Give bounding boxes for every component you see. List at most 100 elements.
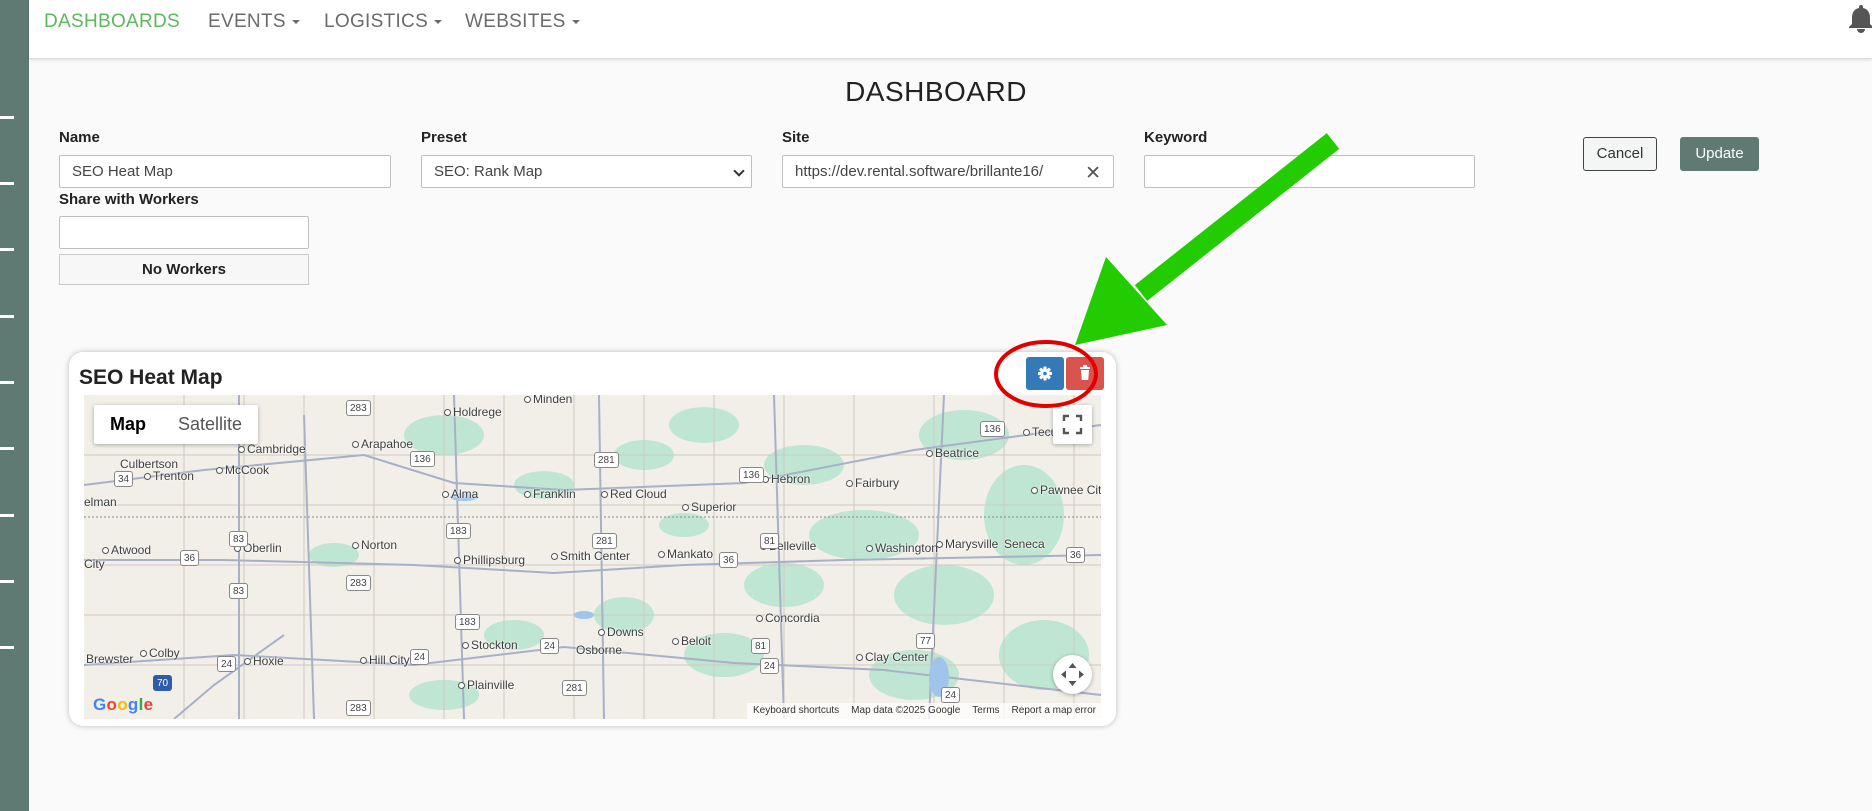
map-place-label: Marysville (936, 537, 998, 551)
route-shield: 281 (594, 452, 619, 468)
no-workers-status: No Workers (59, 254, 309, 285)
site-value: https://dev.rental.software/brillante16/ (795, 163, 1044, 180)
map-place-label: City (84, 557, 105, 571)
sidebar-marker[interactable] (0, 514, 14, 517)
map-place-label: Atwood (102, 543, 151, 557)
keyword-input[interactable] (1144, 155, 1475, 188)
close-icon[interactable]: ✕ (1085, 162, 1101, 185)
fullscreen-button[interactable] (1053, 405, 1092, 444)
widget-settings-button[interactable] (1026, 357, 1064, 390)
route-shield: 281 (562, 680, 587, 696)
route-shield: 36 (1066, 547, 1086, 563)
left-sidebar (0, 0, 29, 811)
widget-delete-button[interactable] (1066, 357, 1104, 390)
nav-label: EVENTS (208, 11, 286, 32)
sidebar-marker[interactable] (0, 447, 14, 450)
map-place-label: Downs (598, 625, 644, 639)
map-place-label: Stockton (462, 638, 518, 652)
route-shield: 283 (346, 700, 371, 716)
route-shield: 24 (217, 656, 237, 672)
map-place-label: Franklin (524, 487, 576, 501)
route-shield: 24 (410, 649, 430, 665)
route-shield: 283 (346, 575, 371, 591)
route-shield: 281 (592, 533, 617, 549)
route-shield: 136 (410, 451, 435, 467)
route-shield: 36 (180, 550, 200, 566)
name-label: Name (59, 129, 100, 146)
map-place-label: Phillipsburg (454, 553, 525, 567)
sidebar-marker[interactable] (0, 116, 14, 119)
nav-dashboards[interactable]: DASHBOARDS (44, 11, 180, 33)
map-place-label: Brewster (86, 652, 134, 666)
map-place-label: Plainville (458, 678, 514, 692)
nav-logistics[interactable]: LOGISTICS (324, 11, 443, 33)
sidebar-marker[interactable] (0, 381, 14, 384)
pan-arrows-icon (1061, 663, 1084, 686)
report-map-error-link[interactable]: Report a map error (1012, 705, 1096, 717)
name-input[interactable]: SEO Heat Map (59, 155, 391, 188)
fullscreen-icon (1062, 414, 1083, 435)
route-shield: 36 (719, 552, 739, 568)
keyboard-shortcuts-link[interactable]: Keyboard shortcuts (753, 705, 839, 717)
route-shield: 77 (916, 633, 936, 649)
terms-link[interactable]: Terms (972, 705, 999, 717)
cancel-button[interactable]: Cancel (1583, 137, 1657, 171)
sidebar-marker[interactable] (0, 248, 14, 251)
route-shield: 24 (760, 658, 780, 674)
route-shield: 70 (153, 675, 173, 691)
map-type-map[interactable]: Map (94, 405, 162, 444)
preset-value: SEO: Rank Map (434, 163, 543, 180)
map-view[interactable]: Minden Holdrege Arapahoe Cambridge Culbe… (84, 395, 1101, 719)
map-type-control: Map Satellite (94, 405, 259, 444)
route-shield: 283 (346, 400, 371, 416)
update-button[interactable]: Update (1680, 137, 1759, 171)
route-shield: 24 (540, 638, 560, 654)
map-place-label: Washington (866, 541, 938, 555)
sidebar-marker[interactable] (0, 182, 14, 185)
caret-down-icon (434, 19, 443, 24)
keyword-label: Keyword (1144, 129, 1208, 146)
nav-websites[interactable]: WEBSITES (465, 11, 580, 33)
share-workers-input[interactable] (59, 216, 309, 249)
bell-icon[interactable] (1847, 3, 1872, 33)
site-input[interactable]: https://dev.rental.software/brillante16/… (782, 155, 1114, 188)
site-label: Site (782, 129, 810, 146)
map-place-label: Cambridge (238, 442, 306, 456)
map-place-label: Hebron (762, 472, 810, 486)
map-place-label: Smith Center (551, 549, 630, 563)
map-place-label: Red Cloud (601, 487, 667, 501)
preset-label: Preset (421, 129, 467, 146)
map-place-label: Superior (682, 500, 736, 514)
top-navbar: DASHBOARDS EVENTS LOGISTICS WEBSITES (29, 0, 1872, 59)
map-place-label: Pawnee City (1031, 483, 1101, 497)
sidebar-marker[interactable] (0, 315, 14, 318)
trash-icon (1080, 365, 1090, 380)
gear-icon (1038, 366, 1052, 381)
nav-events[interactable]: EVENTS (208, 11, 300, 33)
route-shield: 83 (229, 583, 249, 599)
map-type-satellite[interactable]: Satellite (162, 405, 258, 444)
nav-label: DASHBOARDS (44, 11, 181, 32)
map-place-label: Trenton (144, 469, 194, 483)
route-shield: 81 (760, 533, 780, 549)
map-place-label: Seneca (1004, 537, 1045, 551)
name-value: SEO Heat Map (72, 163, 173, 180)
map-place-label: Beatrice (926, 446, 979, 460)
caret-down-icon (571, 19, 580, 24)
camera-control-button[interactable] (1053, 655, 1092, 694)
map-place-label: McCook (216, 463, 269, 477)
route-shield: 136 (739, 467, 764, 483)
page-title: DASHBOARD (0, 76, 1872, 108)
sidebar-marker[interactable] (0, 580, 14, 583)
route-shield: 24 (941, 687, 961, 703)
sidebar-marker[interactable] (0, 646, 14, 649)
share-workers-label: Share with Workers (59, 191, 199, 208)
route-shield: 34 (114, 471, 134, 487)
map-place-label: Clay Center (856, 650, 928, 664)
map-place-label: Fairbury (846, 476, 899, 490)
map-data-credit: Map data ©2025 Google (851, 705, 961, 716)
map-place-label: elman (84, 495, 117, 509)
preset-select[interactable]: SEO: Rank Map (421, 155, 752, 188)
nav-label: WEBSITES (465, 11, 566, 32)
route-shield: 183 (455, 614, 480, 630)
